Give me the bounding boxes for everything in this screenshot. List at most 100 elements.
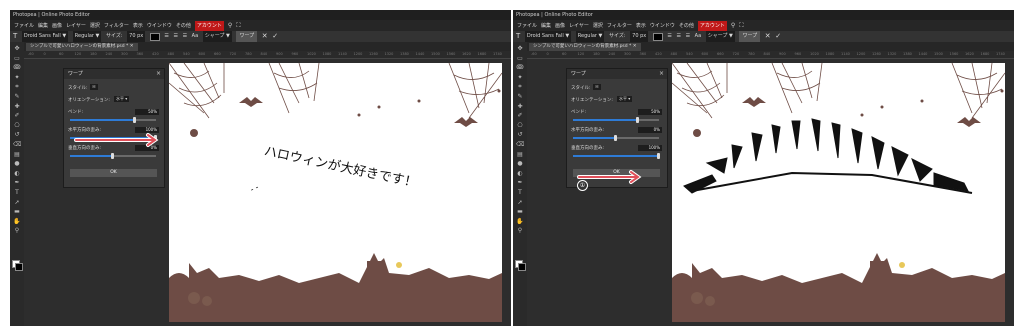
shape-tool-icon[interactable]: ▬ [13,209,21,215]
font-style-select[interactable]: Regular ▼ [575,31,605,42]
gradient-tool-icon[interactable]: ▤ [13,151,21,158]
zoom-tool-icon[interactable]: ⚲ [516,228,524,234]
confirm-icon[interactable]: ✓ [775,31,781,42]
path-select-icon[interactable]: ➚ [516,199,524,206]
dodge-tool-icon[interactable]: ◐ [516,170,524,177]
lasso-tool-icon[interactable]: ↂ [13,65,21,71]
ruler-tick-label: 720 [229,52,237,56]
stamp-tool-icon[interactable]: ⎔ [516,122,524,129]
ruler-tick-label: 240 [105,52,113,56]
path-select-icon[interactable]: ➚ [13,199,21,206]
foreground-color-swatch[interactable] [518,263,526,271]
lasso-tool-icon[interactable]: ↂ [516,65,524,71]
warp-button[interactable]: ワープ [739,31,761,42]
hand-tool-icon[interactable]: ✋ [516,218,524,225]
ruler-tick-label: 1620 [965,52,974,56]
text-color-swatch[interactable] [149,33,160,41]
gradient-tool-icon[interactable]: ▤ [516,151,524,158]
pen-tool-icon[interactable]: ✒ [516,180,524,186]
marquee-tool-icon[interactable]: ▭ [13,55,21,62]
fullscreen-icon[interactable]: ⛶ [236,20,240,31]
menu-bar: ファイル 編集 画像 レイヤー 選択 フィルター 表示 ウインドウ その他 アカウント ⚲ ⛶ [513,20,1014,32]
ruler-tick-label: 840 [763,52,771,56]
ruler-tick-label: 420 [655,52,662,56]
pen-tool-icon[interactable]: ✒ [13,180,21,186]
brush-tool-icon[interactable]: ✐ [516,113,524,119]
document-tab-title: シンプルで可愛いハロウィーンの背景素材.psd * [30,44,129,49]
wand-tool-icon[interactable]: ✦ [516,74,524,81]
ruler-tick-label: 1260 [872,52,881,56]
ruler-tick-label: 600 [198,52,206,56]
font-select[interactable]: Droid Sans Fall ▼ [524,31,572,42]
text-color-swatch[interactable] [652,33,663,41]
cancel-icon[interactable]: ✕ [262,31,268,42]
ruler-tick-label: -60 [28,52,34,56]
canvas[interactable]: ハロウィンが大好きです！ - - [169,63,502,322]
size-input[interactable]: 70 px [127,31,146,42]
align-left-icon[interactable]: ☰ [667,31,671,42]
fullscreen-icon[interactable]: ⛶ [739,20,743,31]
zoom-tool-icon[interactable]: ⚲ [13,228,21,234]
blur-tool-icon[interactable]: ● [516,161,524,167]
eyedropper-tool-icon[interactable]: ✎ [516,94,524,100]
search-icon[interactable]: ⚲ [731,20,735,31]
ruler-tick-label: 1440 [415,52,425,56]
heal-tool-icon[interactable]: ✚ [13,103,21,110]
ruler-tick-label: 1740 [493,52,502,56]
marquee-tool-icon[interactable]: ▭ [516,55,524,62]
ruler-tick-label: 0 [546,52,549,56]
align-right-icon[interactable]: ☰ [686,31,690,42]
font-select[interactable]: Droid Sans Fall ▼ [21,31,69,42]
eyedropper-tool-icon[interactable]: ✎ [13,94,21,100]
stamp-tool-icon[interactable]: ⎔ [13,122,21,129]
type-tool-icon: T [516,32,521,40]
history-brush-icon[interactable]: ↺ [13,132,21,138]
wand-tool-icon[interactable]: ✦ [13,74,21,81]
antialias-select[interactable]: シャープ ▼ [202,31,232,42]
ruler-tick-label: 780 [245,52,252,56]
align-center-icon[interactable]: ☰ [174,31,178,42]
canvas[interactable] [672,63,1005,322]
document-tab[interactable]: シンプルで可愛いハロウィーンの背景素材.psd * ✕ [529,43,641,51]
document-tab[interactable]: シンプルで可愛いハロウィーンの背景素材.psd * ✕ [26,43,138,51]
align-right-icon[interactable]: ☰ [183,31,187,42]
move-tool-icon[interactable]: ✥ [516,46,524,52]
dodge-tool-icon[interactable]: ◐ [13,170,21,177]
eraser-tool-icon[interactable]: ⌫ [13,142,21,148]
halloween-artwork: ハロウィンが大好きです！ - - [169,63,502,322]
confirm-icon[interactable]: ✓ [272,31,278,42]
ruler-tick-label: 1260 [369,52,378,56]
crop-tool-icon[interactable]: ⌗ [516,84,524,90]
type-tool-icon[interactable]: T [13,190,21,196]
cancel-icon[interactable]: ✕ [765,31,771,42]
align-center-icon[interactable]: ☰ [677,31,681,42]
tab-close-icon[interactable]: ✕ [130,44,134,49]
ruler-tick-label: 900 [779,52,786,56]
align-left-icon[interactable]: ☰ [164,31,168,42]
warp-button[interactable]: ワープ [236,31,258,42]
move-tool-icon[interactable]: ✥ [13,46,21,52]
ruler-tick-label: 360 [136,52,144,56]
options-bar: T Droid Sans Fall ▼ Regular ▼ サイズ: 70 px… [513,31,1014,42]
eraser-tool-icon[interactable]: ⌫ [516,142,524,148]
history-brush-icon[interactable]: ↺ [516,132,524,138]
antialias-select[interactable]: シャープ ▼ [705,31,735,42]
warped-text-curved[interactable]: ハロウィンが大好きです！ [263,144,419,191]
ruler-tick-label: 180 [90,52,97,56]
size-input[interactable]: 70 px [630,31,649,42]
shape-tool-icon[interactable]: ▬ [516,209,524,215]
options-bar: T Droid Sans Fall ▼ Regular ▼ サイズ: 70 px… [10,31,511,42]
warped-text-distorted[interactable] [682,118,973,194]
brush-tool-icon[interactable]: ✐ [13,113,21,119]
crop-tool-icon[interactable]: ⌗ [13,84,21,90]
search-icon[interactable]: ⚲ [228,20,232,31]
heal-tool-icon[interactable]: ✚ [516,103,524,110]
blur-tool-icon[interactable]: ● [13,161,21,167]
font-style-select[interactable]: Regular ▼ [72,31,102,42]
hand-tool-icon[interactable]: ✋ [13,218,21,225]
size-label: サイズ: [106,33,123,39]
type-tool-icon[interactable]: T [516,190,524,196]
ruler-tick-label: 180 [593,52,600,56]
tab-close-icon[interactable]: ✕ [633,44,637,49]
foreground-color-swatch[interactable] [15,263,23,271]
